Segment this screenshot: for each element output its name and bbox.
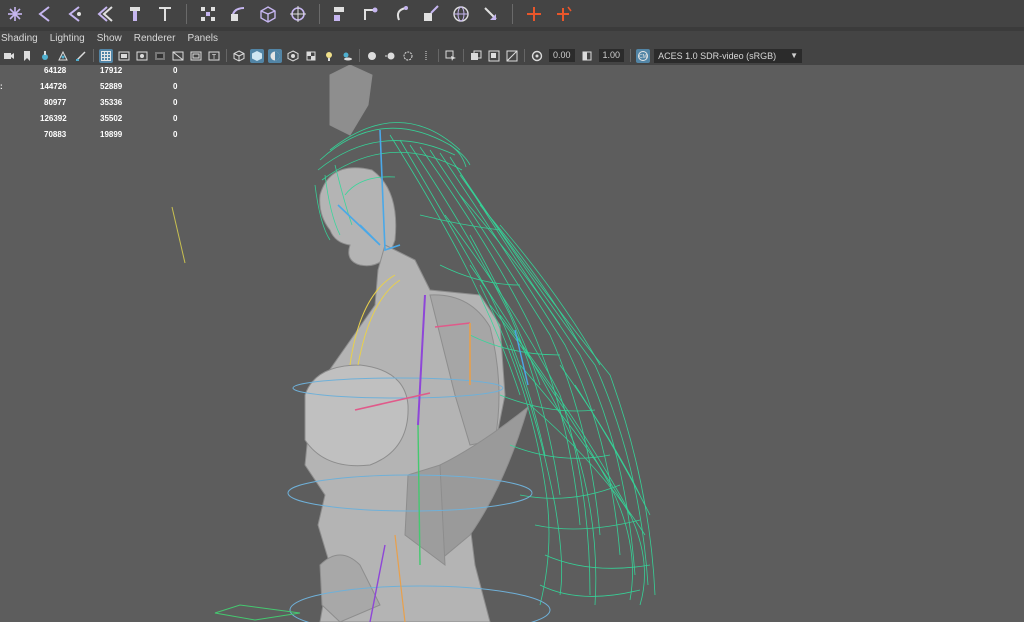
menu-renderer[interactable]: Renderer	[128, 31, 182, 46]
chevron-down-icon: ▼	[790, 50, 799, 60]
snowflake-icon[interactable]	[0, 1, 30, 27]
hud-value-c: 0	[173, 66, 178, 75]
film-gate-icon[interactable]	[117, 49, 131, 63]
shelf-toolbar	[0, 0, 1024, 27]
parent-icon[interactable]	[356, 1, 386, 27]
hud-value-b: 52889	[100, 82, 123, 91]
hud-value-c: 0	[173, 114, 178, 123]
color-management-icon[interactable]: CM	[636, 48, 651, 63]
panel-menu-bar: Shading Lighting Show Renderer Panels	[0, 31, 1024, 46]
hud-value-b: 35502	[100, 114, 123, 123]
toolbar-separator	[524, 49, 525, 62]
gate-mask-icon[interactable]	[153, 49, 167, 63]
toolbar-separator	[226, 49, 227, 62]
hud-value-c: 0	[173, 82, 178, 91]
cluster-icon[interactable]	[549, 1, 579, 27]
move-tool-icon[interactable]	[476, 1, 506, 27]
hud-value-a: 70883	[44, 130, 67, 139]
resolution-gate-icon[interactable]	[135, 49, 149, 63]
shelf-separator	[512, 3, 513, 24]
ambient-occlusion-icon[interactable]	[365, 49, 379, 63]
toolbar-separator	[359, 49, 360, 62]
panel-toolbar: T 0.00 1.00 CM ACES 1.0 SDR-video (sRGB)…	[0, 46, 1024, 65]
ik-handle-icon[interactable]	[386, 1, 416, 27]
menu-panels[interactable]: Panels	[181, 31, 224, 46]
wireframe-on-shaded-icon[interactable]	[268, 48, 282, 63]
toolbar-separator	[438, 49, 439, 62]
svg-text:T: T	[212, 54, 217, 61]
svg-text:CM: CM	[639, 54, 647, 60]
2d-pan-zoom-icon[interactable]	[74, 49, 88, 63]
hud-value-a: 126392	[40, 114, 67, 123]
shelf-group-deform	[519, 0, 579, 27]
toolbar-separator	[463, 49, 464, 62]
wireframe-icon[interactable]	[232, 49, 246, 63]
exposure-icon[interactable]	[530, 49, 544, 63]
colorspace-dropdown[interactable]: ACES 1.0 SDR-video (sRGB) ▼	[654, 48, 803, 63]
hud-value-a: 80977	[44, 98, 67, 107]
depth-of-field-icon[interactable]	[419, 49, 433, 63]
isolate-select-icon[interactable]	[444, 49, 458, 63]
constraint-icon[interactable]	[416, 1, 446, 27]
menu-show[interactable]: Show	[91, 31, 128, 46]
shelf-group-tools	[326, 0, 506, 27]
viewport-scene	[171, 65, 656, 622]
motion-blur-icon[interactable]	[383, 49, 397, 63]
3d-viewport[interactable]: 64128 17912 0 : 144726 52889 0 80977 353…	[0, 65, 1024, 622]
image-plane-icon[interactable]	[56, 49, 70, 63]
camera-attributes-icon[interactable]	[38, 49, 52, 63]
cube-snap-icon[interactable]	[253, 1, 283, 27]
orient-icon[interactable]	[326, 1, 356, 27]
hud-value-c: 0	[173, 98, 178, 107]
smooth-shade-icon[interactable]	[250, 48, 264, 63]
hud-value-a: 64128	[44, 66, 67, 75]
shelf-group-rigging	[0, 0, 180, 27]
hud-value-b: 35336	[100, 98, 123, 107]
hud-label: :	[0, 82, 3, 91]
hud-value-c: 0	[173, 130, 178, 139]
safe-action-icon[interactable]	[189, 49, 203, 63]
joint-icon[interactable]	[60, 1, 90, 27]
field-chart-icon[interactable]	[171, 49, 185, 63]
hud-value-b: 19899	[100, 130, 123, 139]
toolbar-separator	[630, 49, 632, 62]
arrow-left-icon[interactable]	[30, 1, 60, 27]
colorspace-label: ACES 1.0 SDR-video (sRGB)	[658, 50, 777, 61]
sphere-wire-icon[interactable]	[446, 1, 476, 27]
grid-icon[interactable]	[99, 48, 113, 63]
lights-icon[interactable]	[322, 49, 336, 63]
pin-icon[interactable]	[150, 1, 180, 27]
gamma-field[interactable]: 1.00	[598, 49, 625, 62]
hand-icon[interactable]	[120, 1, 150, 27]
menu-shading[interactable]: Shading	[0, 31, 44, 46]
shadows-icon[interactable]	[340, 49, 354, 63]
shelf-separator	[319, 3, 320, 24]
textured-icon[interactable]	[286, 49, 300, 63]
character-mesh	[304, 65, 529, 622]
toolbar-separator	[93, 49, 94, 62]
point-snap-icon[interactable]	[283, 1, 313, 27]
exposure-field[interactable]: 0.00	[549, 49, 575, 62]
double-chevron-icon[interactable]	[90, 1, 120, 27]
anti-aliasing-icon[interactable]	[401, 49, 415, 63]
shelf-separator	[186, 3, 187, 24]
camera-icon[interactable]	[2, 49, 16, 63]
hud-value-b: 17912	[100, 66, 123, 75]
gamma-icon[interactable]	[580, 49, 594, 63]
xray-joints-icon[interactable]	[487, 49, 501, 63]
safe-title-icon[interactable]: T	[207, 49, 221, 63]
menu-lighting[interactable]: Lighting	[44, 31, 91, 46]
xray-components-icon[interactable]	[505, 49, 519, 63]
locator-icon[interactable]	[519, 1, 549, 27]
grid-snap-icon[interactable]	[193, 1, 223, 27]
curve-snap-icon[interactable]	[223, 1, 253, 27]
xray-icon[interactable]	[469, 49, 483, 63]
shelf-group-snap	[193, 0, 313, 27]
hud-value-a: 144726	[40, 82, 67, 91]
checker-icon[interactable]	[304, 49, 318, 63]
bookmark-icon[interactable]	[20, 49, 34, 63]
